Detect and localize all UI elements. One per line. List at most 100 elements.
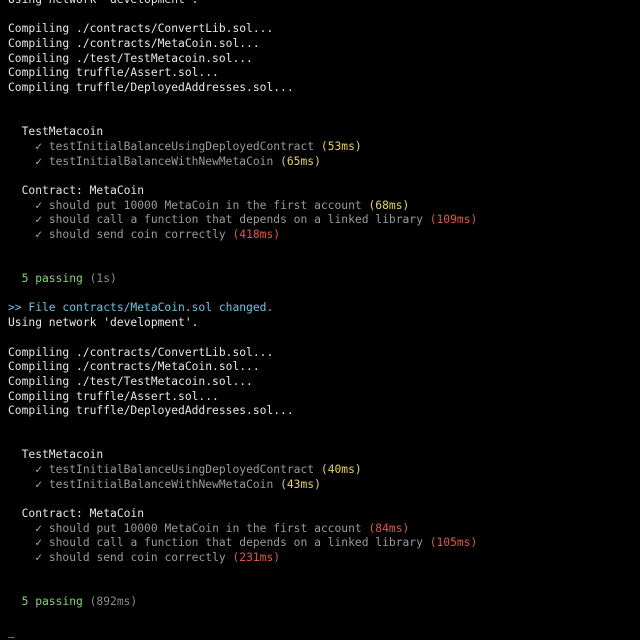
text-segment: Compiling ./contracts/ConvertLib.sol...	[8, 345, 274, 359]
check-icon: ✓	[35, 198, 43, 212]
text-segment	[8, 551, 35, 564]
output-line: Compiling ./contracts/MetaCoin.sol...	[8, 37, 640, 52]
test-result-line: ✓ should put 10000 MetaCoin in the first…	[8, 199, 640, 214]
duration-label: (40ms)	[314, 463, 362, 476]
text-segment: Compiling ./test/TestMetacoin.sol...	[8, 374, 253, 388]
text-segment: Compiling ./contracts/MetaCoin.sol...	[8, 360, 260, 374]
test-result-line: ✓ testInitialBalanceWithNewMetaCoin (65m…	[8, 155, 640, 170]
text-segment: (892ms)	[82, 595, 138, 609]
text-segment	[8, 478, 35, 491]
output-line: Compiling ./test/TestMetacoin.sol...	[8, 52, 640, 67]
text-segment: testInitialBalanceWithNewMetaCoin	[42, 477, 274, 491]
check-icon: ✓	[35, 463, 43, 476]
duration-label: (68ms)	[361, 198, 410, 212]
text-segment: Compiling ./test/TestMetacoin.sol...	[8, 51, 253, 65]
duration-label: (65ms)	[273, 154, 321, 168]
check-icon: ✓	[35, 213, 43, 227]
text-segment: Compiling ./contracts/ConvertLib.sol...	[8, 22, 274, 36]
test-result-line: ✓ should put 10000 MetaCoin in the first…	[8, 522, 640, 537]
text-segment: should call a function that depends on a…	[42, 213, 423, 227]
output-line: Compiling ./contracts/ConvertLib.sol...	[8, 22, 640, 37]
text-segment: Compiling truffle/Assert.sol...	[8, 389, 219, 403]
output-line: _	[8, 625, 640, 640]
output-line: Compiling ./contracts/MetaCoin.sol...	[8, 360, 640, 375]
text-segment	[8, 199, 35, 212]
output-line: >> File contracts/MetaCoin.sol changed.	[8, 301, 640, 316]
check-icon: ✓	[35, 551, 43, 565]
test-result-line: ✓ testInitialBalanceUsingDeployedContrac…	[8, 140, 640, 155]
output-line: Using network 'development'.	[8, 0, 640, 8]
text-segment	[8, 213, 35, 226]
duration-label: (418ms)	[225, 228, 281, 241]
output-line: Compiling truffle/Assert.sol...	[8, 66, 640, 81]
output-line: 5 passing (892ms)	[8, 595, 640, 610]
text-segment	[8, 140, 35, 153]
text-segment: 5 passing	[8, 272, 83, 286]
text-segment: should put 10000 MetaCoin in the first a…	[42, 521, 362, 535]
text-segment: 5 passing	[8, 595, 83, 609]
text-segment: Compiling truffle/Assert.sol...	[8, 66, 219, 80]
output-line: Compiling ./contracts/ConvertLib.sol...	[8, 346, 640, 361]
test-result-line: ✓ testInitialBalanceUsingDeployedContrac…	[8, 463, 640, 478]
terminal-output[interactable]: Using network 'development'. Compiling .…	[0, 0, 640, 639]
text-segment: Using network 'development'.	[8, 0, 198, 6]
text-segment: should put 10000 MetaCoin in the first a…	[42, 198, 362, 212]
output-line: Compiling truffle/DeployedAddresses.sol.…	[8, 81, 640, 96]
text-segment: should send coin correctly	[42, 551, 226, 565]
text-segment: should call a function that depends on a…	[42, 536, 423, 550]
check-icon: ✓	[35, 477, 43, 491]
duration-label: (231ms)	[225, 551, 281, 565]
text-segment: testInitialBalanceUsingDeployedContract	[42, 139, 315, 153]
text-segment	[8, 228, 35, 241]
text-segment	[8, 522, 35, 535]
text-segment: >> File contracts/MetaCoin.sol changed.	[8, 301, 274, 315]
output-line: Contract: MetaCoin	[8, 184, 640, 199]
text-segment: Compiling truffle/DeployedAddresses.sol.…	[8, 81, 294, 95]
output-line: Compiling truffle/Assert.sol...	[8, 390, 640, 405]
text-segment: TestMetacoin	[8, 448, 104, 462]
output-line: 5 passing (1s)	[8, 272, 640, 287]
duration-label: (53ms)	[314, 139, 362, 153]
text-segment	[8, 536, 35, 549]
text-segment: testInitialBalanceWithNewMetaCoin	[42, 154, 274, 168]
check-icon: ✓	[35, 521, 43, 535]
text-segment: (1s)	[82, 272, 117, 286]
test-result-line: ✓ should call a function that depends on…	[8, 213, 640, 228]
text-segment: Contract: MetaCoin	[8, 507, 145, 521]
text-segment: _	[8, 624, 15, 638]
text-segment: TestMetacoin	[8, 125, 104, 139]
text-segment: testInitialBalanceUsingDeployedContract	[42, 463, 315, 476]
text-segment	[8, 155, 35, 168]
check-icon: ✓	[35, 536, 43, 550]
duration-label: (109ms)	[422, 213, 478, 227]
output-line: Using network 'development'.	[8, 316, 640, 331]
check-icon: ✓	[35, 154, 43, 168]
text-segment: Compiling truffle/DeployedAddresses.sol.…	[8, 404, 294, 418]
text-segment: should send coin correctly	[42, 228, 226, 241]
test-result-line: ✓ should call a function that depends on…	[8, 536, 640, 551]
output-line: TestMetacoin	[8, 448, 640, 463]
test-result-line: ✓ should send coin correctly (418ms)	[8, 228, 640, 243]
output-line: Compiling ./test/TestMetacoin.sol...	[8, 375, 640, 390]
output-line: Compiling truffle/DeployedAddresses.sol.…	[8, 404, 640, 419]
text-segment: Using network 'development'.	[8, 316, 199, 330]
text-segment	[8, 463, 35, 476]
output-line: Contract: MetaCoin	[8, 507, 640, 522]
test-result-line: ✓ should send coin correctly (231ms)	[8, 551, 640, 566]
duration-label: (84ms)	[361, 521, 410, 535]
duration-label: (105ms)	[422, 536, 478, 550]
